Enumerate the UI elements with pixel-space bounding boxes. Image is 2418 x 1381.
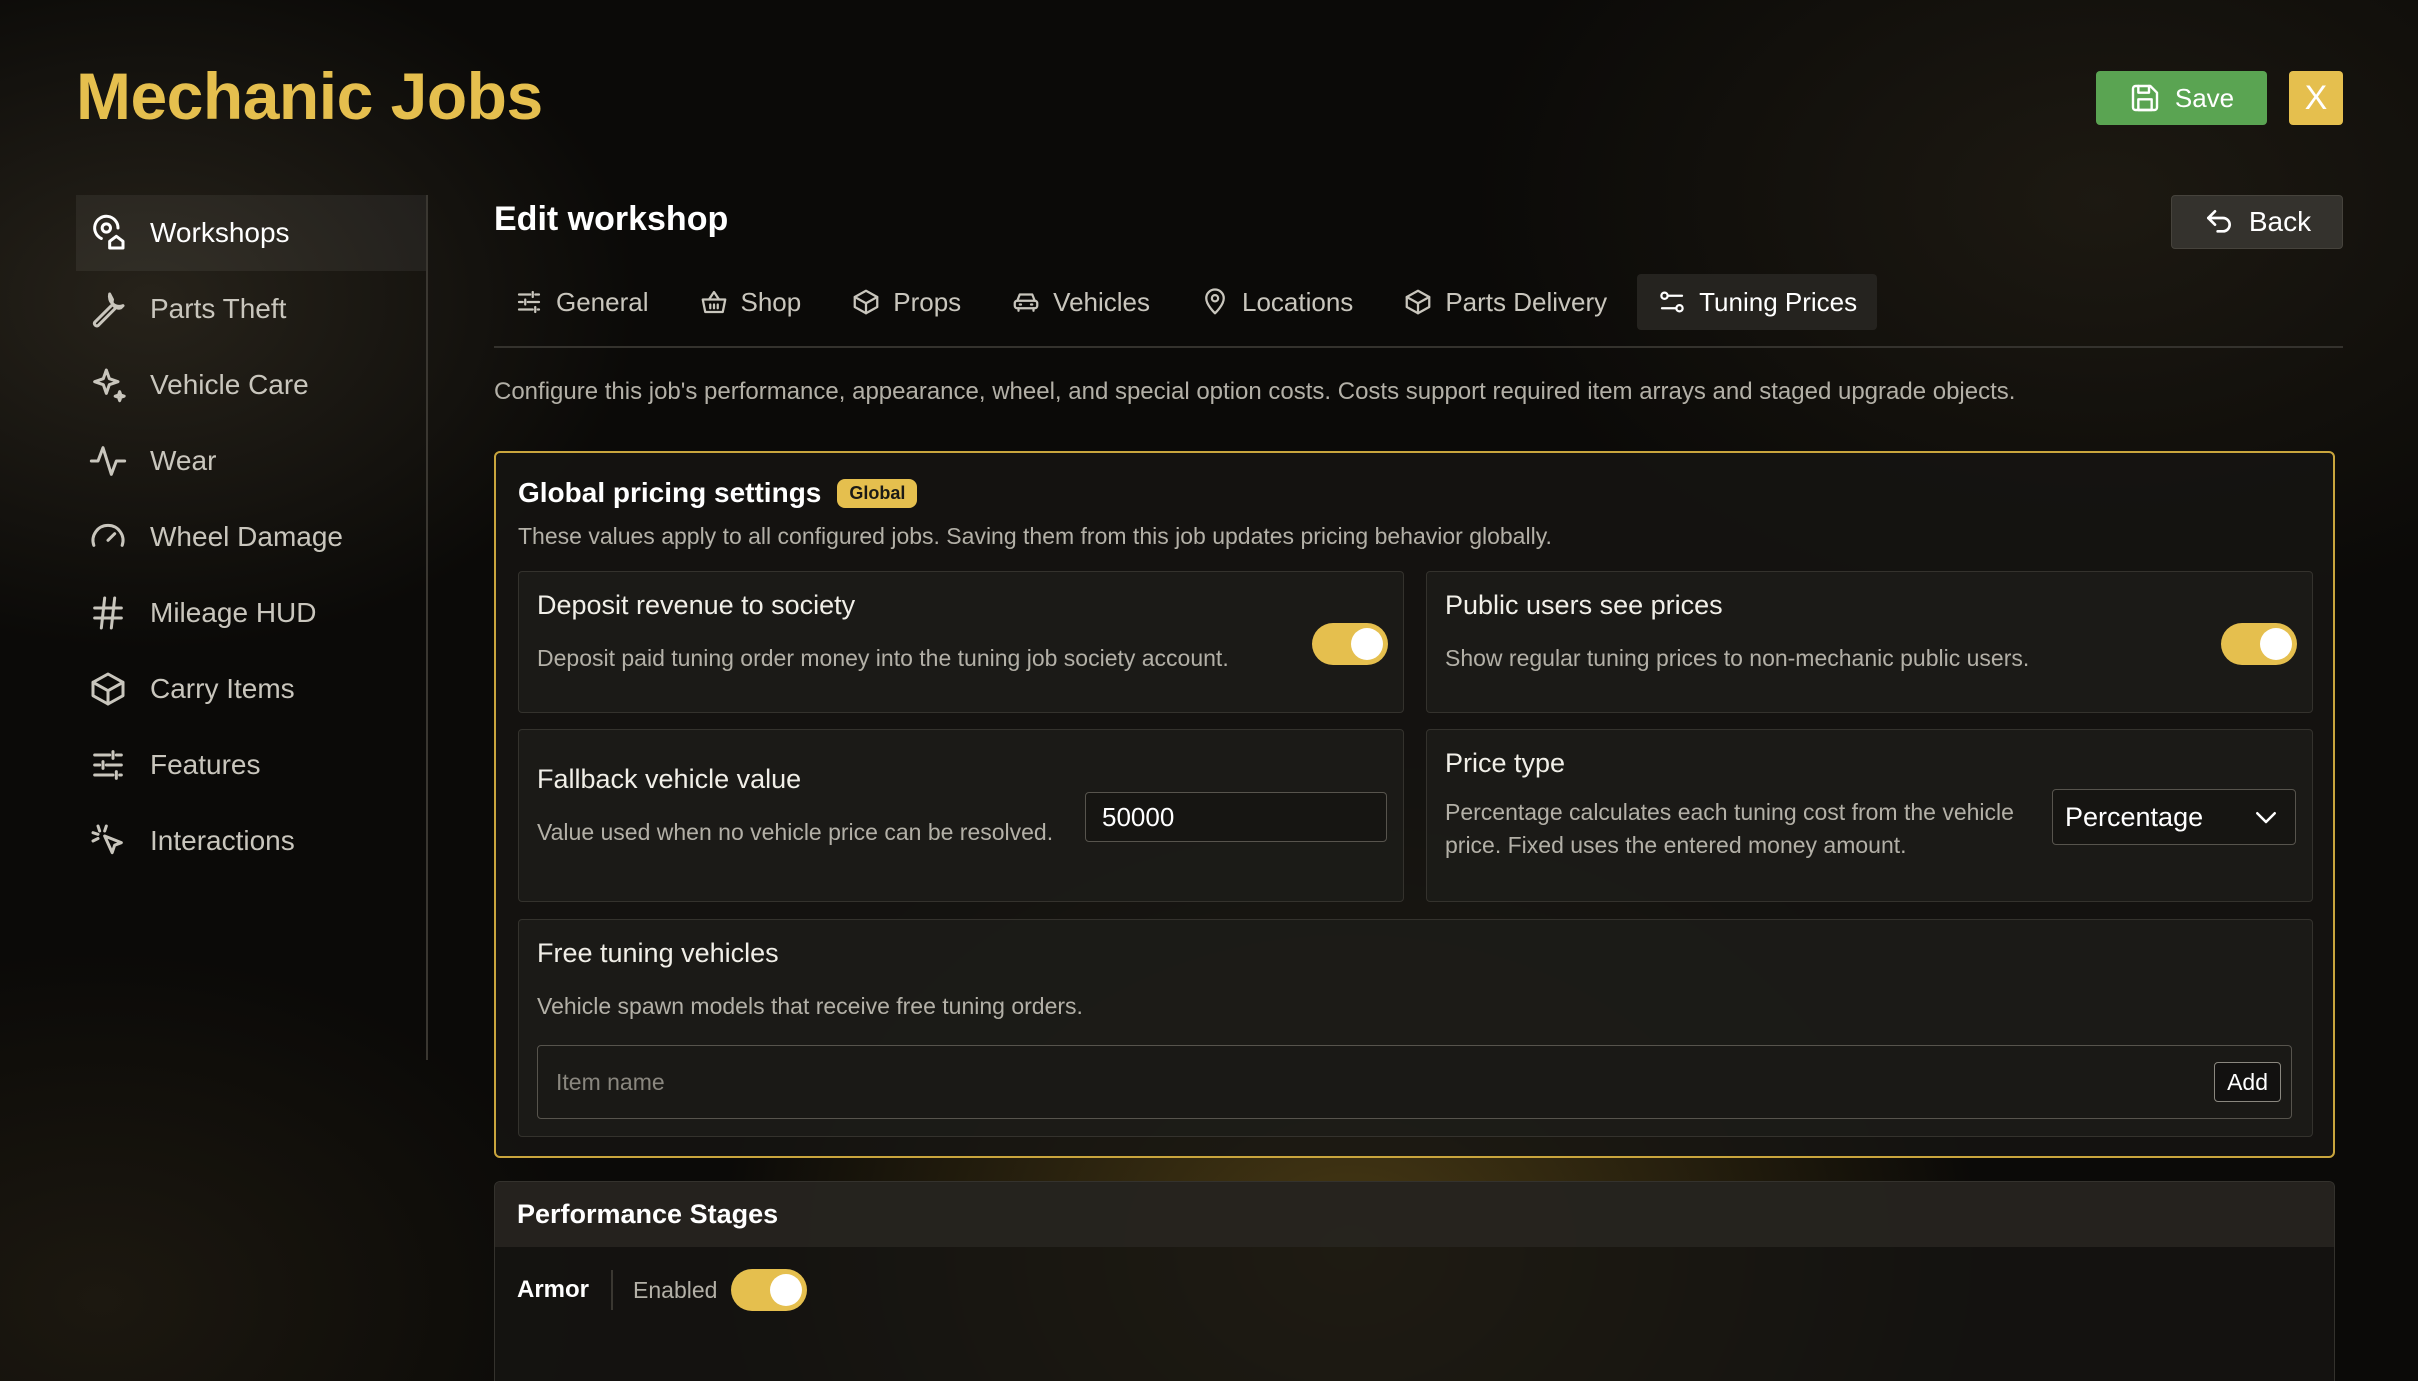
deposit-toggle[interactable] <box>1312 623 1388 665</box>
sidebar-item-label: Interactions <box>150 825 295 856</box>
deposit-card: Deposit revenue to society Deposit paid … <box>518 571 1404 713</box>
map-pin-icon <box>1205 288 1225 315</box>
sidebar-item-label: Vehicle Care <box>150 369 309 400</box>
box-icon <box>86 667 130 711</box>
tab-shop[interactable]: Shop <box>679 274 822 330</box>
back-button[interactable]: Back <box>2171 195 2343 249</box>
sidebar-item-wear[interactable]: Wear <box>76 423 426 499</box>
public-prices-card: Public users see prices Show regular tun… <box>1426 571 2313 713</box>
tab-label: Parts Delivery <box>1445 286 1608 317</box>
wrench-icon <box>86 287 130 331</box>
hash-icon <box>86 591 130 635</box>
back-label: Back <box>2248 206 2312 237</box>
fallback-value-card: Fallback vehicle value Value used when n… <box>518 729 1404 902</box>
tab-label: Shop <box>740 286 802 317</box>
sparkles-icon <box>86 363 130 407</box>
free-tuning-text: Vehicle spawn models that receive free t… <box>537 993 1083 1019</box>
sliders-icon <box>86 743 130 787</box>
activity-icon <box>86 439 130 483</box>
page-title: Edit workshop <box>494 200 729 238</box>
workshop-pin-icon <box>86 211 130 255</box>
sidebar-item-label: Carry Items <box>150 673 295 704</box>
sidebar-item-wheel-damage[interactable]: Wheel Damage <box>76 499 426 575</box>
box-icon <box>853 289 879 315</box>
global-pricing-panel: Global pricing settings Global These val… <box>494 451 2335 1158</box>
pointer-click-icon <box>86 819 130 863</box>
public-prices-text: Show regular tuning prices to non-mechan… <box>1445 645 2030 671</box>
panel-subtitle: These values apply to all configured job… <box>518 523 1552 549</box>
tab-description: Configure this job's performance, appear… <box>494 378 2016 405</box>
undo-icon <box>2206 210 2231 233</box>
price-type-select[interactable]: Percentage <box>2052 789 2296 845</box>
tab-vehicles[interactable]: Vehicles <box>991 274 1170 330</box>
tab-label: Tuning Prices <box>1699 286 1858 317</box>
free-tuning-card: Free tuning vehicles Vehicle spawn model… <box>518 919 2313 1137</box>
tab-label: Vehicles <box>1053 286 1150 317</box>
sidebar-item-workshops[interactable]: Workshops <box>76 195 426 271</box>
free-tuning-title: Free tuning vehicles <box>537 938 779 968</box>
sidebar-item-parts-theft[interactable]: Parts Theft <box>76 271 426 347</box>
car-icon <box>1013 293 1039 312</box>
fallback-text: Value used when no vehicle price can be … <box>537 819 1054 845</box>
performance-title: Performance Stages <box>517 1199 779 1229</box>
tab-label: Props <box>893 286 962 317</box>
save-button[interactable]: Save <box>2096 71 2267 125</box>
item-name-input[interactable] <box>538 1046 2138 1118</box>
tab-parts-delivery[interactable]: Parts Delivery <box>1383 274 1627 330</box>
tab-bar: General Shop Props Vehicles Locations Pa… <box>494 274 2343 348</box>
sidebar-item-label: Wear <box>150 445 217 476</box>
tab-locations[interactable]: Locations <box>1180 274 1373 330</box>
tab-label: Locations <box>1242 286 1354 317</box>
box-icon <box>1405 289 1431 315</box>
sidebar-item-interactions[interactable]: Interactions <box>76 803 426 879</box>
fallback-value-input[interactable] <box>1085 792 1387 842</box>
price-type-title: Price type <box>1445 748 1566 778</box>
sidebar-item-carry-items[interactable]: Carry Items <box>76 651 426 727</box>
gauge-icon <box>86 515 130 559</box>
price-type-text-line2: price. Fixed uses the entered money amou… <box>1445 832 1907 858</box>
price-type-text-line1: Percentage calculates each tuning cost f… <box>1445 799 2014 825</box>
sidebar-item-features[interactable]: Features <box>76 727 426 803</box>
save-icon <box>2131 84 2159 112</box>
sidebar-item-mileage-hud[interactable]: Mileage HUD <box>76 575 426 651</box>
public-prices-title: Public users see prices <box>1445 590 1723 620</box>
tab-props[interactable]: Props <box>831 274 981 330</box>
tab-label: General <box>556 286 649 317</box>
tab-general[interactable]: General <box>494 274 669 330</box>
basket-icon <box>701 290 726 314</box>
fallback-title: Fallback vehicle value <box>537 764 802 794</box>
deposit-title: Deposit revenue to society <box>537 590 856 620</box>
enabled-label: Enabled <box>633 1276 718 1303</box>
performance-header: Performance Stages <box>495 1182 2334 1247</box>
add-item-button[interactable]: Add <box>2214 1062 2281 1102</box>
chevron-down-icon <box>2256 812 2276 824</box>
tab-tuning-prices[interactable]: Tuning Prices <box>1637 274 1878 330</box>
deposit-text: Deposit paid tuning order money into the… <box>537 645 1229 671</box>
performance-row-armor: Armor Enabled <box>517 1268 808 1312</box>
armor-enabled-toggle[interactable] <box>731 1269 808 1311</box>
price-type-selected: Percentage <box>2065 801 2204 832</box>
sidebar-item-label: Wheel Damage <box>150 521 343 552</box>
settings-toggle-icon <box>1660 291 1684 313</box>
save-label: Save <box>2174 82 2235 113</box>
sidebar-item-label: Mileage HUD <box>150 597 317 628</box>
global-badge: Global <box>837 478 918 508</box>
sidebar: Workshops Parts Theft Vehicle Care Wear … <box>76 195 428 1060</box>
sidebar-item-vehicle-care[interactable]: Vehicle Care <box>76 347 426 423</box>
sidebar-item-label: Workshops <box>150 217 290 248</box>
panel-title: Global pricing settings <box>518 477 822 508</box>
performance-stages-panel: Performance Stages Armor Enabled <box>494 1181 2335 1381</box>
panel-header: Global pricing settings Global <box>518 477 918 509</box>
sliders-icon <box>517 290 541 314</box>
price-type-card: Price type Percentage calculates each tu… <box>1426 729 2313 902</box>
close-icon: X <box>2304 78 2328 117</box>
app-title: Mechanic Jobs <box>76 59 543 133</box>
sidebar-item-label: Parts Theft <box>150 293 287 324</box>
close-button[interactable]: X <box>2289 71 2343 125</box>
public-prices-toggle[interactable] <box>2221 623 2297 665</box>
stage-name: Armor <box>517 1270 614 1310</box>
item-input-group: Add <box>537 1045 2292 1119</box>
sidebar-item-label: Features <box>150 749 261 780</box>
